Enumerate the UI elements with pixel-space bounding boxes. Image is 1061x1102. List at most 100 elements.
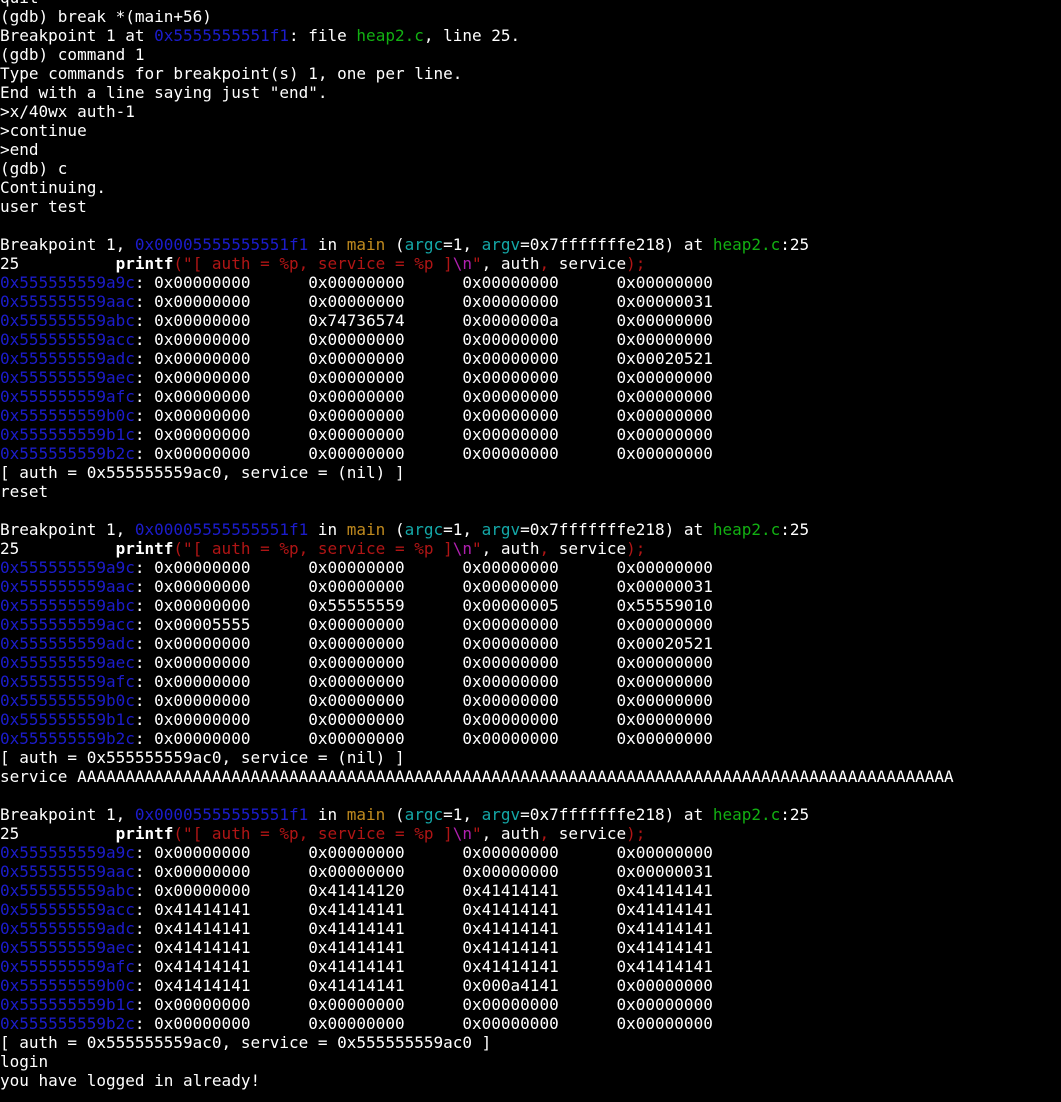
terminal-text: =1, <box>443 235 482 254</box>
terminal-text: \n <box>452 824 473 843</box>
terminal-text: : 0x00000000 0x00000000 0x00000000 0x000… <box>134 710 713 729</box>
memory-address: 0x555555559b0c <box>0 976 135 995</box>
terminal-line: [ auth = 0x555555559ac0, service = (nil)… <box>0 748 954 767</box>
terminal-text: 25 <box>0 539 116 558</box>
memory-address: 0x555555559adc <box>0 919 135 938</box>
terminal-text: quit <box>0 0 39 7</box>
terminal-text: ); <box>626 254 646 273</box>
terminal-line: 0x555555559b1c: 0x00000000 0x00000000 0x… <box>0 710 954 729</box>
terminal-text: ("[ auth = %p, service = %p ] <box>173 824 453 843</box>
terminal-line: 0x555555559b1c: 0x00000000 0x00000000 0x… <box>0 995 954 1014</box>
terminal-text: [ auth = 0x555555559ac0, service = (nil)… <box>0 463 405 482</box>
terminal-line: 0x555555559aac: 0x00000000 0x00000000 0x… <box>0 292 954 311</box>
terminal-text: you have logged in already! <box>0 1071 261 1090</box>
terminal-line: (gdb) break *(main+56) <box>0 7 954 26</box>
terminal-text: , line 25. <box>423 26 521 45</box>
terminal-text: argv <box>481 520 521 539</box>
terminal-line: 0x555555559acc: 0x41414141 0x41414141 0x… <box>0 900 954 919</box>
terminal-line: 0x555555559acc: 0x00000000 0x00000000 0x… <box>0 330 954 349</box>
terminal-line: 0x555555559abc: 0x00000000 0x41414120 0x… <box>0 881 954 900</box>
memory-address: 0x555555559afc <box>0 672 135 691</box>
terminal-text: : 0x00000000 0x00000000 0x00000000 0x000… <box>134 444 713 463</box>
terminal-line: Breakpoint 1, 0x00005555555551f1 in main… <box>0 805 954 824</box>
terminal-line: user test <box>0 197 954 216</box>
memory-address: 0x555555559b0c <box>0 406 135 425</box>
terminal-line: [ auth = 0x555555559ac0, service = 0x555… <box>0 1033 954 1052</box>
terminal-text: service <box>549 254 627 273</box>
terminal-text: , <box>539 539 550 558</box>
memory-address: 0x555555559aac <box>0 862 135 881</box>
memory-address: 0x555555559a9c <box>0 273 135 292</box>
terminal-line: 25 printf("[ auth = %p, service = %p ]\n… <box>0 824 954 843</box>
terminal-line: 0x555555559b1c: 0x00000000 0x00000000 0x… <box>0 425 954 444</box>
terminal-window[interactable]: quit(gdb) break *(main+56)Breakpoint 1 a… <box>0 0 1061 1102</box>
terminal-text: argv <box>481 805 521 824</box>
terminal-text: printf <box>115 824 174 843</box>
terminal-line: 0x555555559afc: 0x00000000 0x00000000 0x… <box>0 672 954 691</box>
terminal-text: : 0x41414141 0x41414141 0x000a4141 0x000… <box>134 976 713 995</box>
terminal-output: quit(gdb) break *(main+56)Breakpoint 1 a… <box>0 0 954 1090</box>
terminal-text: : 0x00000000 0x41414120 0x41414141 0x414… <box>134 881 713 900</box>
terminal-line: login <box>0 1052 954 1071</box>
terminal-text: =1, <box>443 805 482 824</box>
terminal-text: 25 <box>0 254 116 273</box>
terminal-text: heap2.c <box>356 26 424 45</box>
terminal-text: user test <box>0 197 87 216</box>
memory-address: 0x555555559b2c <box>0 444 135 463</box>
terminal-text: : 0x00000000 0x00000000 0x00000000 0x000… <box>134 330 713 349</box>
terminal-text: , auth <box>481 539 540 558</box>
terminal-text: : 0x41414141 0x41414141 0x41414141 0x414… <box>134 900 713 919</box>
terminal-text: : 0x00000000 0x00000000 0x00000000 0x000… <box>134 273 713 292</box>
terminal-text: : 0x00000000 0x00000000 0x00000000 0x000… <box>134 558 713 577</box>
terminal-text: 25 <box>0 824 116 843</box>
terminal-line: reset <box>0 482 954 501</box>
memory-address: 0x555555559b1c <box>0 425 135 444</box>
terminal-text: Breakpoint 1, <box>0 235 135 254</box>
terminal-text: in <box>308 805 347 824</box>
terminal-text: " <box>472 824 482 843</box>
terminal-text: printf <box>115 539 174 558</box>
memory-address: 0x555555559acc <box>0 330 135 349</box>
terminal-text: ); <box>626 539 646 558</box>
terminal-text: (gdb) command 1 <box>0 45 145 64</box>
terminal-text: : 0x00000000 0x00000000 0x00000000 0x000… <box>134 387 713 406</box>
terminal-text: main <box>346 805 386 824</box>
terminal-text: main <box>346 520 386 539</box>
terminal-text: : 0x00000000 0x00000000 0x00000000 0x000… <box>134 862 713 881</box>
terminal-text: : 0x00000000 0x74736574 0x0000000a 0x000… <box>134 311 713 330</box>
memory-address: 0x555555559b1c <box>0 995 135 1014</box>
terminal-line: 0x555555559abc: 0x00000000 0x74736574 0x… <box>0 311 954 330</box>
terminal-line: 0x555555559acc: 0x00005555 0x00000000 0x… <box>0 615 954 634</box>
memory-address: 0x555555559adc <box>0 634 135 653</box>
terminal-text: " <box>472 539 482 558</box>
terminal-text: \n <box>452 539 473 558</box>
terminal-text: Continuing. <box>0 178 106 197</box>
terminal-text: =0x7fffffffe218) at <box>520 520 713 539</box>
terminal-text: service <box>549 539 627 558</box>
terminal-line: 0x555555559b2c: 0x00000000 0x00000000 0x… <box>0 1014 954 1033</box>
terminal-text: : 0x00000000 0x00000000 0x00000000 0x000… <box>134 672 713 691</box>
terminal-line: 0x555555559afc: 0x41414141 0x41414141 0x… <box>0 957 954 976</box>
terminal-text: : 0x00000000 0x00000000 0x00000000 0x000… <box>134 995 713 1014</box>
memory-address: 0x555555559abc <box>0 311 135 330</box>
terminal-line: 0x555555559a9c: 0x00000000 0x00000000 0x… <box>0 843 954 862</box>
terminal-line: [ auth = 0x555555559ac0, service = (nil)… <box>0 463 954 482</box>
memory-address: 0x00005555555551f1 <box>134 520 309 539</box>
memory-address: 0x555555559afc <box>0 957 135 976</box>
terminal-text: , <box>539 254 550 273</box>
terminal-text: [ auth = 0x555555559ac0, service = 0x555… <box>0 1033 492 1052</box>
memory-address: 0x555555559aac <box>0 577 135 596</box>
terminal-line: 0x555555559b0c: 0x00000000 0x00000000 0x… <box>0 691 954 710</box>
memory-address: 0x555555559abc <box>0 881 135 900</box>
memory-address: 0x5555555551f1 <box>154 26 289 45</box>
memory-address: 0x555555559a9c <box>0 843 135 862</box>
terminal-text: argc <box>404 520 444 539</box>
terminal-text: [ auth = 0x555555559ac0, service = (nil)… <box>0 748 405 767</box>
terminal-line: 0x555555559a9c: 0x00000000 0x00000000 0x… <box>0 273 954 292</box>
terminal-text: heap2.c <box>712 805 781 824</box>
terminal-text: service AAAAAAAAAAAAAAAAAAAAAAAAAAAAAAAA… <box>0 767 954 786</box>
terminal-text: : 0x41414141 0x41414141 0x41414141 0x414… <box>134 938 713 957</box>
memory-address: 0x555555559aac <box>0 292 135 311</box>
memory-address: 0x555555559a9c <box>0 558 135 577</box>
